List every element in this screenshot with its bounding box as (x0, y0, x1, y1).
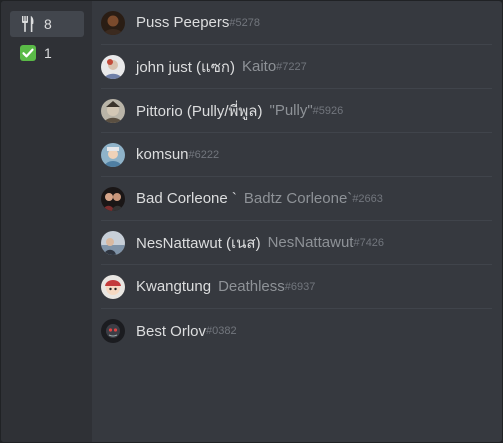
member-row[interactable]: Best Orlov #0382 (101, 309, 492, 353)
member-tag: #0382 (206, 325, 237, 337)
tab-count: 8 (44, 16, 52, 32)
member-tag: #7227 (276, 60, 307, 73)
tab-fork-knife[interactable]: 8 (10, 11, 84, 37)
member-row[interactable]: komsun #6222 (101, 133, 492, 177)
member-tag: #2663 (352, 192, 383, 205)
member-name: Kwangtung (136, 278, 212, 295)
member-row[interactable]: Kwangtung Deathless #6937 (101, 265, 492, 309)
member-row[interactable]: Puss Peepers #5278 (101, 1, 492, 45)
member-list: Puss Peepers #5278 john just (แซก) Kaito… (92, 1, 502, 442)
avatar (101, 142, 125, 167)
member-nickname: Deathless (218, 278, 285, 295)
fork-knife-icon (20, 16, 36, 32)
member-name: Puss Peepers (136, 14, 230, 31)
member-row[interactable]: Pittorio (Pully/พี่พูล) "Pully" #5926 (101, 89, 492, 133)
check-mark-icon (20, 45, 36, 61)
member-nickname: "Pully" (269, 102, 313, 119)
member-name: Bad Corleone ` (136, 190, 237, 207)
member-tag: #5278 (229, 16, 260, 29)
member-tag: #7426 (353, 236, 385, 249)
member-name: komsun (136, 146, 189, 163)
member-name: john just (แซก) (136, 58, 235, 76)
member-tag: #6222 (188, 148, 220, 161)
member-row[interactable]: john just (แซก) Kaito #7227 (101, 45, 492, 89)
member-nickname: Kaito (241, 58, 277, 75)
avatar (101, 274, 125, 299)
avatar (101, 230, 125, 255)
avatar (101, 98, 125, 123)
sidebar: 8 1 (1, 1, 92, 442)
member-name: Best Orlov (136, 322, 207, 340)
tab-count: 1 (44, 45, 52, 61)
avatar (101, 319, 125, 343)
avatar (101, 186, 125, 211)
member-tag: #6937 (284, 280, 316, 293)
member-nickname: NesNattawut (267, 234, 354, 251)
member-row[interactable]: NesNattawut (เนส) NesNattawut #7426 (101, 221, 492, 265)
member-name: NesNattawut (เนส) (136, 234, 261, 252)
tab-check-mark[interactable]: 1 (10, 40, 84, 66)
member-tag: #5926 (312, 104, 344, 117)
member-row[interactable]: Bad Corleone ` Badtz Corleone` #2663 (101, 177, 492, 221)
member-nickname: Badtz Corleone` (243, 190, 353, 207)
member-name: Pittorio (Pully/พี่พูล) (136, 102, 263, 120)
avatar (101, 54, 125, 79)
window: 8 1 Puss Peepers #5278 john just (แซก) K… (1, 1, 502, 442)
avatar (101, 10, 125, 35)
